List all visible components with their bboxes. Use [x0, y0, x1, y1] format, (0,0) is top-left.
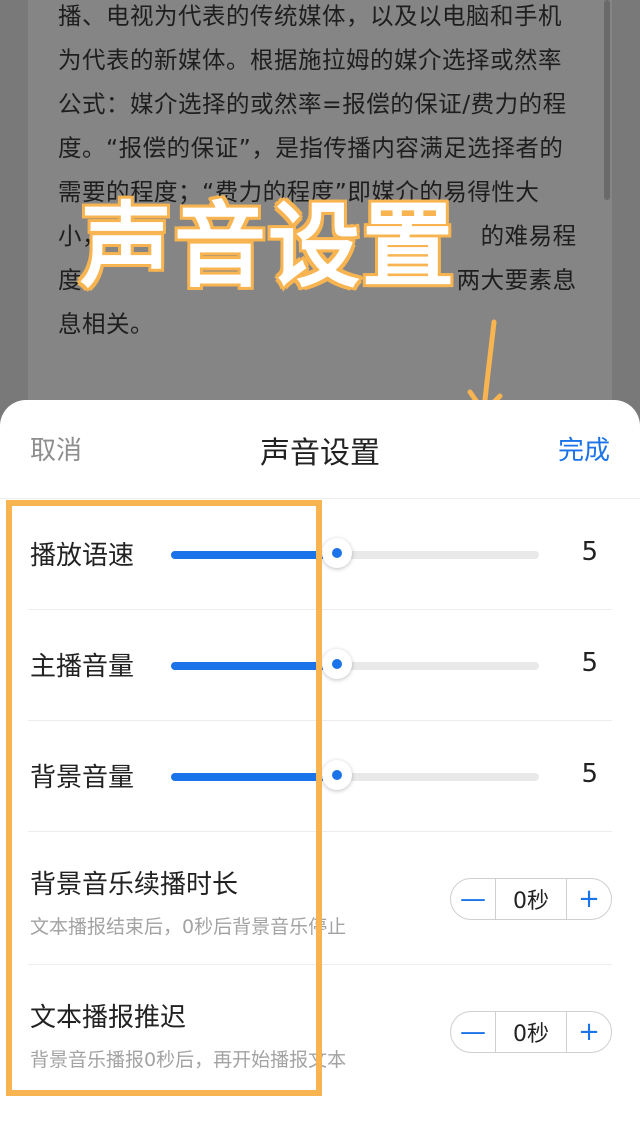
- sound-settings-sheet: 取消 声音设置 完成 播放语速 5 主播音量 5 背景音量 5 背景音乐续播时长…: [0, 400, 640, 1141]
- article-line: 为代表的新媒体。根据施拉姆的媒介选择或然率: [58, 46, 562, 74]
- playback-speed-slider[interactable]: [171, 538, 539, 568]
- slider-fill: [171, 551, 337, 559]
- anchor-volume-slider[interactable]: [171, 649, 539, 679]
- text-delay-stepper: — 0秒 +: [450, 1011, 612, 1053]
- slider-thumb[interactable]: [321, 538, 352, 568]
- slider-value: 5: [581, 648, 598, 678]
- setting-row-bgm-continue-duration: 背景音乐续播时长 文本播报结束后，0秒后背景音乐停止 — 0秒 +: [28, 832, 612, 965]
- setting-row-text-delay: 文本播报推迟 背景音乐播报0秒后，再开始播报文本 — 0秒 +: [28, 965, 612, 1097]
- slider-fill: [171, 662, 337, 670]
- setting-label: 文本播报推迟: [30, 1003, 187, 1033]
- minus-button[interactable]: —: [451, 1012, 495, 1052]
- setting-row-playback-speed: 播放语速 5: [28, 499, 612, 610]
- plus-button[interactable]: +: [567, 1012, 611, 1052]
- bgm-duration-stepper: — 0秒 +: [450, 878, 612, 920]
- slider-thumb[interactable]: [321, 760, 352, 790]
- sheet-title: 声音设置: [260, 436, 380, 471]
- overlay-title: 声音设置: [77, 191, 457, 303]
- stepper-value: 0秒: [495, 879, 567, 919]
- setting-row-anchor-volume: 主播音量 5: [28, 610, 612, 721]
- slider-value: 5: [581, 759, 598, 789]
- minus-button[interactable]: —: [451, 879, 495, 919]
- sheet-header: 取消 声音设置 完成: [0, 400, 640, 499]
- stepper-value: 0秒: [495, 1012, 567, 1052]
- setting-label: 背景音量: [30, 763, 135, 793]
- done-button[interactable]: 完成: [558, 430, 610, 467]
- setting-label: 背景音乐续播时长: [30, 870, 239, 900]
- background-volume-slider[interactable]: [171, 760, 539, 790]
- setting-description: 背景音乐播报0秒后，再开始播报文本: [30, 1049, 347, 1071]
- setting-label: 主播音量: [30, 652, 135, 682]
- setting-label: 播放语速: [30, 541, 135, 571]
- plus-button[interactable]: +: [567, 879, 611, 919]
- article-line: 公式：媒介选择的或然率=报偿的保证/费力的程: [58, 90, 567, 118]
- article-line: 度。“报偿的保证”，是指传播内容满足选择者的: [58, 134, 564, 162]
- article-line: 播、电视为代表的传统媒体，以及以电脑和手机: [58, 2, 562, 30]
- slider-fill: [171, 773, 337, 781]
- slider-thumb[interactable]: [321, 649, 352, 679]
- setting-row-background-volume: 背景音量 5: [28, 721, 612, 832]
- article-scrollbar[interactable]: [604, 0, 610, 200]
- slider-value: 5: [581, 537, 598, 567]
- setting-description: 文本播报结束后，0秒后背景音乐停止: [30, 916, 347, 938]
